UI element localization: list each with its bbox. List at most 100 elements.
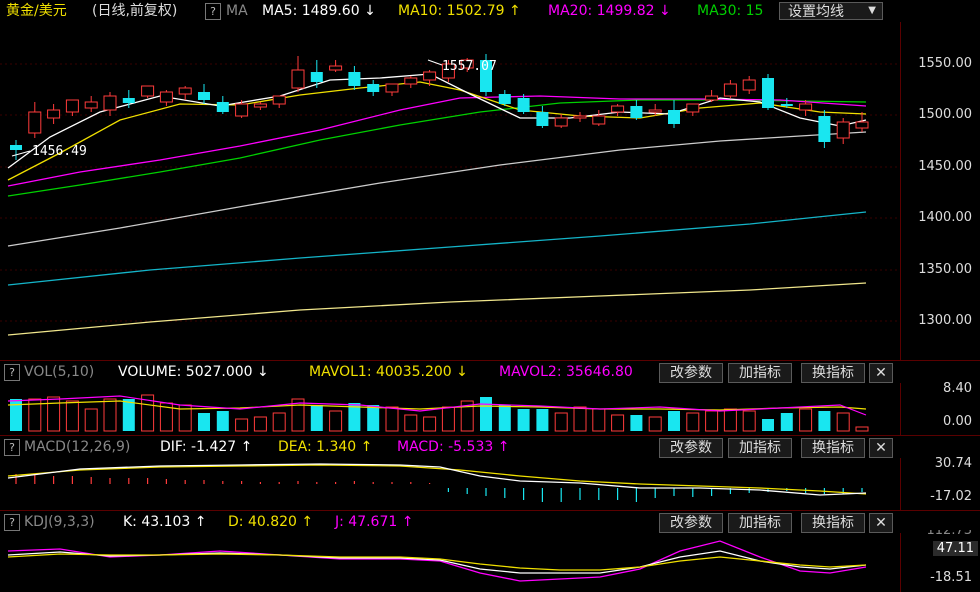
candle-body: [630, 106, 643, 118]
candle-body: [291, 69, 305, 89]
ma30-line: [7, 99, 867, 197]
candle-body: [762, 78, 774, 108]
kdj-panel: ? KDJ(9,3,3) K: 43.103 ↑ D: 40.820 ↑ J: …: [0, 511, 980, 592]
volume-bar: [742, 410, 756, 432]
ma10-line: [7, 81, 867, 181]
macd-axis-label: 30.74: [934, 456, 972, 471]
candle-body: [592, 115, 606, 125]
candle-body: [216, 102, 229, 112]
volume-bar: [385, 406, 399, 432]
volume-bar: [573, 406, 587, 432]
ma60-line: [7, 131, 867, 247]
price-axis-label: 1400.00: [918, 210, 972, 225]
volume-bar: [10, 399, 22, 431]
k-line: [7, 550, 867, 574]
volume-bar: [329, 410, 343, 432]
volume-bar: [668, 411, 680, 431]
macd-axis-label: -17.02: [930, 489, 972, 504]
axis-divider: [900, 22, 901, 360]
price-axis-label: 1500.00: [918, 107, 972, 122]
volume-bar: [762, 419, 774, 431]
volume-bar: [367, 405, 380, 431]
candle-body: [329, 65, 343, 71]
volume-bar: [536, 409, 549, 431]
macd-histogram: [15, 474, 863, 502]
candle-body: [536, 112, 549, 126]
volume-bar: [47, 396, 61, 432]
candle-body: [611, 105, 625, 113]
high-marker: 1557.07: [427, 59, 497, 74]
candle-body: [65, 99, 79, 113]
candle-body: [28, 111, 42, 134]
price-axis-label: 1550.00: [918, 56, 972, 71]
candle-body: [47, 109, 61, 119]
candle-body: [517, 98, 530, 112]
price-axis-label: 1450.00: [918, 159, 972, 174]
candle-body: [198, 92, 210, 100]
volume-bar: [630, 415, 643, 431]
volume-bar: [253, 416, 267, 432]
volume-bar: [310, 405, 323, 431]
volume-bar: [686, 412, 700, 432]
candle-body: [705, 95, 719, 101]
volume-bar: [84, 408, 98, 432]
volume-bar: [799, 408, 813, 432]
volume-bar: [480, 397, 492, 431]
ma5-line: [7, 73, 867, 169]
volume-bar: [65, 400, 79, 432]
candle-body: [686, 103, 700, 113]
price-chart[interactable]: 1557.07 1456.49: [0, 0, 900, 360]
candle-body: [423, 71, 437, 81]
volume-bar: [723, 408, 737, 432]
kdj-axis-label: 112.73: [926, 530, 973, 538]
volume-bar: [441, 406, 455, 432]
candle-body: [799, 103, 813, 111]
candle-body: [103, 95, 117, 111]
volume-bar: [705, 410, 719, 432]
ma120-line: [7, 211, 867, 286]
candle-body: [348, 72, 361, 86]
volume-bar: [103, 398, 117, 432]
candle-body: [159, 91, 173, 103]
candle-body: [385, 83, 399, 93]
candle-body: [310, 72, 323, 82]
ma250-line: [7, 282, 867, 336]
candle-body: [178, 87, 192, 95]
volume-bar: [554, 412, 568, 432]
price-panel: 黄金/美元 (日线,前复权) ? MA MA5: 1489.60 ↓ MA10:…: [0, 0, 980, 360]
candle-body: [836, 121, 850, 139]
volume-axis-label: 0.00: [943, 414, 972, 429]
price-axis-label: 1350.00: [918, 262, 972, 277]
high-price-label: 1557.07: [442, 59, 497, 74]
candle-body: [84, 101, 98, 109]
candle-body: [10, 145, 22, 150]
candle-body: [122, 98, 135, 103]
kdj-current-value: 47.11: [932, 541, 978, 556]
volume-bar: [855, 426, 869, 432]
volume-bar: [592, 408, 606, 432]
kdj-chart[interactable]: [0, 511, 900, 592]
volume-bar: [404, 414, 418, 432]
low-price-label: 1456.49: [32, 144, 87, 159]
candle-body: [818, 116, 831, 142]
candlesticks: [10, 54, 869, 160]
macd-chart[interactable]: [0, 436, 900, 510]
candle-body: [253, 103, 267, 108]
candle-body: [723, 83, 737, 97]
volume-bar: [780, 413, 793, 431]
kdj-axis-label: -18.51: [930, 570, 972, 585]
candle-body: [648, 109, 662, 113]
candle-body: [668, 110, 680, 124]
candle-body: [855, 121, 869, 129]
volume-bar: [423, 416, 437, 432]
volume-bar: [648, 416, 662, 432]
candle-body: [780, 104, 793, 106]
j-line: [7, 540, 867, 582]
volume-bars: [10, 394, 869, 432]
volume-chart[interactable]: [0, 361, 900, 435]
candle-body: [235, 103, 249, 117]
volume-bar: [836, 412, 850, 432]
volume-bar: [216, 411, 229, 431]
candle-body: [141, 85, 155, 97]
candle-body: [573, 115, 587, 119]
